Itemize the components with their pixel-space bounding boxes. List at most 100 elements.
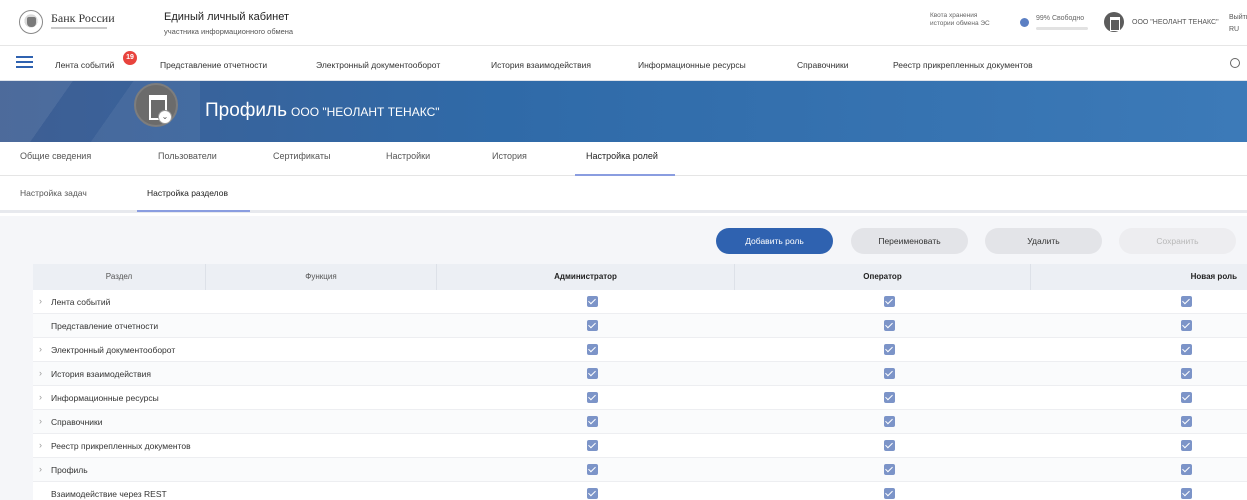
storage-progress-bar [1036,27,1088,30]
exit-link[interactable]: Выйти [1229,12,1247,24]
permission-checkbox-admin[interactable] [587,416,598,427]
section-name: Информационные ресурсы [51,393,159,403]
table-row: › Информационные ресурсы [33,386,1247,410]
profile-avatar-icon[interactable] [134,83,178,127]
permission-checkbox-admin[interactable] [587,320,598,331]
table-row: Представление отчетности [33,314,1247,338]
permission-checkbox-admin[interactable] [587,464,598,475]
nav-item-history[interactable]: История взаимодействия [491,60,591,70]
bank-tagline [51,27,107,29]
section-name: Справочники [51,417,103,427]
rename-button[interactable]: Переименовать [851,228,968,254]
permission-checkbox-new-role[interactable] [1181,344,1192,355]
permission-checkbox-operator[interactable] [884,296,895,307]
permission-checkbox-operator[interactable] [884,392,895,403]
chevron-right-icon[interactable]: › [39,392,42,402]
permission-checkbox-admin[interactable] [587,392,598,403]
cabinet-title: Единый личный кабинет [164,11,290,23]
permission-checkbox-new-role[interactable] [1181,320,1192,331]
cabinet-subtitle: участника информационного обмена [164,27,294,36]
permission-checkbox-admin[interactable] [587,368,598,379]
table-row: Взаимодействие через REST [33,482,1247,500]
tab-general[interactable]: Общие сведения [20,151,91,161]
section-name: Взаимодействие через REST [51,489,167,499]
tab-settings[interactable]: Настройки [386,151,430,161]
permission-checkbox-admin[interactable] [587,488,598,499]
column-header-function: Функция [206,264,437,290]
storage-free-text: 99% Свободно [1036,15,1085,22]
column-header-admin: Администратор [437,264,735,290]
roles-content: Добавить роль Переименовать Удалить Сохр… [0,216,1247,500]
subtab-tasks[interactable]: Настройка задач [20,188,87,198]
tab-history[interactable]: История [492,151,527,161]
permission-checkbox-new-role[interactable] [1181,464,1192,475]
section-name: Представление отчетности [51,321,159,331]
chevron-right-icon[interactable]: › [39,464,42,474]
quota-label: Квота хранения истории обмена ЭС [930,12,990,28]
nav-item-resources[interactable]: Информационные ресурсы [638,60,746,70]
permission-checkbox-new-role[interactable] [1181,488,1192,499]
section-name: История взаимодействия [51,369,151,379]
tab-certificates[interactable]: Сертификаты [273,151,330,161]
permission-checkbox-operator[interactable] [884,344,895,355]
permission-checkbox-operator[interactable] [884,368,895,379]
permission-checkbox-operator[interactable] [884,416,895,427]
column-header-operator: Оператор [735,264,1031,290]
section-name: Лента событий [51,297,111,307]
main-nav: Лента событий 19 Представление отчетност… [0,46,1247,81]
language-switch[interactable]: RU [1229,24,1247,36]
delete-button[interactable]: Удалить [985,228,1102,254]
chevron-down-icon[interactable]: ⌄ [158,110,172,124]
permission-checkbox-new-role[interactable] [1181,416,1192,427]
role-subtabs: Настройка задач Настройка разделов [0,176,1247,213]
bank-name: Банк России [51,11,115,25]
add-role-button[interactable]: Добавить роль [716,228,833,254]
nav-item-attached-docs[interactable]: Реестр прикрепленных документов [893,60,1033,70]
table-row: › Электронный документооборот [33,338,1247,362]
table-header: Раздел Функция Администратор Оператор Но… [33,264,1247,290]
table-row: › Лента событий [33,290,1247,314]
tab-users[interactable]: Пользователи [158,151,217,161]
quota-line-2: истории обмена ЭС [930,20,990,27]
profile-banner: ⌄ Профиль ООО "НЕОЛАНТ ТЕНАКС" [0,81,1247,142]
app-header: Банк России Единый личный кабинет участн… [0,0,1247,46]
chevron-right-icon[interactable]: › [39,368,42,378]
chevron-right-icon[interactable]: › [39,440,42,450]
permission-checkbox-new-role[interactable] [1181,296,1192,307]
permission-checkbox-admin[interactable] [587,296,598,307]
search-icon[interactable] [1230,58,1240,68]
permission-checkbox-operator[interactable] [884,464,895,475]
nav-item-reporting[interactable]: Представление отчетности [160,60,267,70]
permission-checkbox-admin[interactable] [587,344,598,355]
save-button[interactable]: Сохранить [1119,228,1236,254]
chevron-right-icon[interactable]: › [39,344,42,354]
tab-roles[interactable]: Настройка ролей [586,151,658,161]
permission-checkbox-new-role[interactable] [1181,392,1192,403]
permission-checkbox-new-role[interactable] [1181,440,1192,451]
column-header-new-role: Новая роль [1190,272,1237,281]
profile-tabs: Общие сведения Пользователи Сертификаты … [0,142,1247,176]
permission-checkbox-admin[interactable] [587,440,598,451]
storage-icon [1020,18,1029,27]
nav-item-references[interactable]: Справочники [797,60,849,70]
header-right: Выйти RU [1229,12,1247,36]
chevron-right-icon[interactable]: › [39,416,42,426]
chevron-right-icon[interactable]: › [39,296,42,306]
page-title-org: ООО "НЕОЛАНТ ТЕНАКС" [291,105,440,119]
events-count-badge: 19 [123,51,137,65]
bank-logo-icon [19,10,43,34]
org-name[interactable]: ООО "НЕОЛАНТ ТЕНАКС" [1132,19,1219,26]
section-name: Реестр прикрепленных документов [51,441,191,451]
permission-checkbox-operator[interactable] [884,488,895,499]
nav-item-edo[interactable]: Электронный документооборот [316,60,440,70]
active-subtab-indicator [137,210,250,212]
permission-checkbox-operator[interactable] [884,440,895,451]
permission-checkbox-operator[interactable] [884,320,895,331]
section-name: Профиль [51,465,88,475]
subtab-sections[interactable]: Настройка разделов [147,188,228,198]
org-avatar-icon[interactable] [1104,12,1124,32]
nav-item-events[interactable]: Лента событий [55,60,114,70]
permission-checkbox-new-role[interactable] [1181,368,1192,379]
roles-table: Раздел Функция Администратор Оператор Но… [33,264,1247,500]
menu-icon[interactable] [16,56,33,69]
